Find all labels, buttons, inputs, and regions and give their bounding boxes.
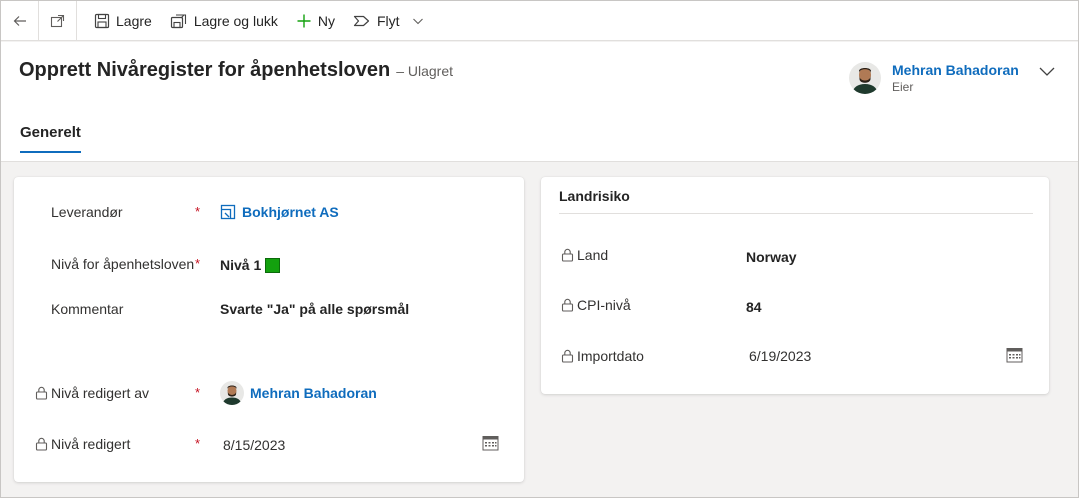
- country-field: Land: [561, 247, 608, 263]
- cpi-label: CPI-nivå: [577, 297, 631, 313]
- lock-icon: [35, 437, 48, 451]
- required-indicator: *: [195, 204, 201, 219]
- level-field: Nivå for åpenhetsloven: [51, 256, 194, 272]
- country-label: Land: [577, 247, 609, 263]
- import-date-label-wrap: Importdato: [561, 348, 644, 364]
- open-new-window-button[interactable]: [39, 1, 77, 41]
- owner-text: Mehran Bahadoran Eier: [892, 62, 1019, 94]
- import-date-value: 6/19/2023: [749, 348, 812, 364]
- supplier-label: Leverandør: [51, 204, 123, 220]
- back-button[interactable]: [1, 1, 39, 41]
- edited-by-avatar: [220, 381, 244, 405]
- level-color-swatch: [265, 257, 281, 273]
- edited-by-label: Nivå redigert av: [51, 385, 150, 401]
- supplier-value[interactable]: Bokhjørnet AS: [242, 204, 339, 220]
- account-record-icon: [220, 204, 236, 220]
- edited-date-input[interactable]: 8/15/2023: [223, 437, 285, 453]
- required-indicator: *: [195, 256, 201, 271]
- supplier-lookup[interactable]: Bokhjørnet AS: [220, 204, 339, 220]
- comment-value-field[interactable]: Svarte "Ja" på alle spørsmål: [220, 301, 409, 317]
- comment-label: Kommentar: [51, 301, 124, 317]
- flow-button[interactable]: Flyt: [344, 1, 433, 41]
- edited-by-value[interactable]: Mehran Bahadoran: [250, 385, 377, 401]
- app-window: Lagre Lagre og lukk Ny Flyt Opprett Nivå…: [0, 0, 1079, 498]
- plus-icon: [297, 14, 311, 27]
- command-bar: Lagre Lagre og lukk Ny Flyt: [1, 1, 1078, 41]
- calendar-icon[interactable]: [482, 435, 499, 451]
- general-section-card: Leverandør * Bokhjørnet AS Nivå for åpen…: [14, 177, 524, 482]
- new-button[interactable]: Ny: [287, 1, 344, 41]
- edited-by-field: Nivå redigert av: [35, 385, 149, 401]
- tab-generelt[interactable]: Generelt: [20, 124, 81, 153]
- level-label: Nivå for åpenhetsloven: [51, 256, 195, 272]
- back-arrow-icon: [13, 15, 26, 26]
- edited-date-field: Nivå redigert: [35, 436, 130, 452]
- save-and-close-label: Lagre og lukk: [193, 12, 278, 29]
- cpi-value-field: 84: [746, 299, 762, 315]
- open-in-new-window-icon: [50, 14, 64, 27]
- save-button[interactable]: Lagre: [85, 1, 161, 41]
- person-photo-icon: [849, 62, 881, 94]
- save-and-close-button[interactable]: Lagre og lukk: [161, 1, 287, 41]
- owner-role: Eier: [892, 80, 914, 94]
- section-title: Landrisiko: [559, 188, 630, 204]
- owner-name[interactable]: Mehran Bahadoran: [892, 62, 1019, 78]
- level-select[interactable]: Nivå 1: [220, 257, 281, 273]
- country-value: Norway: [746, 249, 797, 265]
- page-title: Opprett Nivåregister for åpenhetsloven: [19, 59, 391, 81]
- lock-icon: [35, 386, 48, 400]
- save-label: Lagre: [116, 12, 152, 29]
- save-and-close-icon: [170, 13, 186, 28]
- lock-icon: [561, 248, 574, 262]
- edited-date-label-wrap: Nivå redigert: [35, 436, 130, 452]
- flow-icon: [353, 15, 370, 26]
- form-header: Opprett Nivåregister for åpenhetsloven –…: [1, 42, 1078, 162]
- import-date-label: Importdato: [577, 348, 644, 364]
- edited-by-lookup[interactable]: Mehran Bahadoran: [220, 381, 377, 405]
- owner-field[interactable]: Mehran Bahadoran Eier: [849, 62, 1019, 94]
- lock-icon: [561, 349, 574, 363]
- save-status: – Ulagret: [396, 63, 454, 79]
- level-value: Nivå 1: [220, 257, 262, 273]
- chevron-down-icon: [412, 18, 423, 24]
- supplier-field: Leverandør: [51, 204, 123, 220]
- title-row: Opprett Nivåregister for åpenhetsloven –…: [19, 59, 453, 82]
- section-divider: [559, 213, 1033, 214]
- save-icon: [94, 13, 110, 28]
- country-label-wrap: Land: [561, 247, 608, 263]
- import-date-field: Importdato: [561, 348, 644, 364]
- calendar-icon[interactable]: [1006, 347, 1023, 363]
- comment-value: Svarte "Ja" på alle spørsmål: [220, 301, 410, 317]
- required-indicator: *: [195, 436, 201, 451]
- edited-date-label: Nivå redigert: [51, 436, 131, 452]
- header-expand-chevron-icon[interactable]: [1038, 64, 1056, 78]
- cpi-field: CPI-nivå: [561, 297, 631, 313]
- comment-field: Kommentar: [51, 301, 123, 317]
- cpi-label-wrap: CPI-nivå: [561, 297, 631, 313]
- edited-date-value: 8/15/2023: [223, 437, 286, 453]
- edited-by-label-wrap: Nivå redigert av: [35, 385, 149, 401]
- lock-icon: [561, 298, 574, 312]
- person-photo-icon: [220, 381, 244, 405]
- new-label: Ny: [317, 12, 335, 29]
- import-date-input: 6/19/2023: [749, 348, 811, 364]
- required-indicator: *: [195, 385, 201, 400]
- flow-label: Flyt: [377, 12, 400, 29]
- country-risk-section-card: Landrisiko Land Norway CPI-nivå 84 Impor…: [541, 177, 1049, 394]
- country-value-field: Norway: [746, 249, 797, 265]
- cpi-value: 84: [746, 299, 762, 315]
- owner-avatar: [849, 62, 881, 94]
